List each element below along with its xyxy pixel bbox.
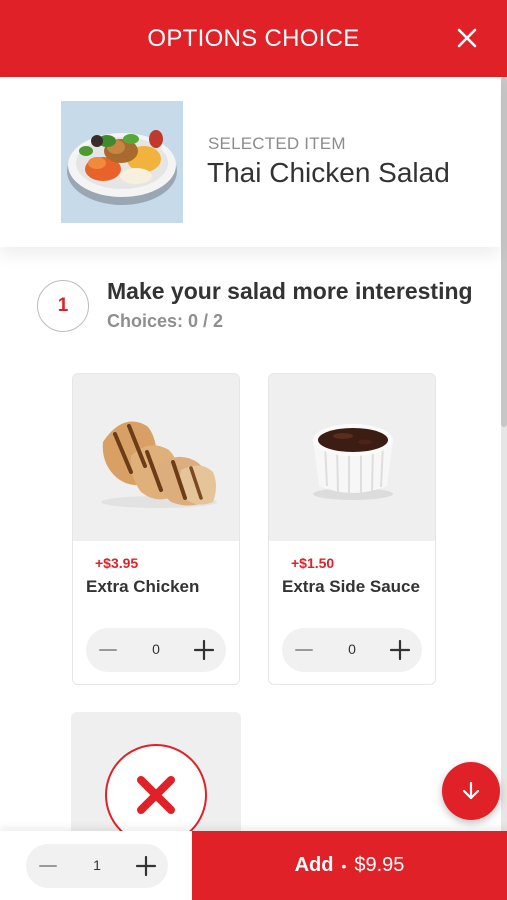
quantity-value: 1 xyxy=(93,857,101,873)
salad-bowl-image xyxy=(61,101,183,223)
step-number-badge: 1 xyxy=(37,280,89,332)
option-card-extra-chicken[interactable]: +$3.95 Extra Chicken 0 xyxy=(72,373,240,685)
minus-icon[interactable] xyxy=(96,638,120,662)
option-card-none[interactable] xyxy=(71,712,241,846)
footer-bar: 1 Add • $9.95 xyxy=(0,831,507,900)
plus-icon[interactable] xyxy=(388,638,412,662)
quantity-stepper: 0 xyxy=(282,628,422,672)
close-icon[interactable] xyxy=(455,26,479,50)
quantity-value: 0 xyxy=(152,641,160,657)
sauce-ramekin-image xyxy=(269,374,435,541)
option-price: +$1.50 xyxy=(291,555,335,571)
choices-counter: Choices: 0 / 2 xyxy=(107,311,224,331)
selected-item-card: SELECTED ITEM Thai Chicken Salad xyxy=(0,77,500,247)
arrow-down-icon xyxy=(462,781,480,800)
scroll-down-button[interactable] xyxy=(442,762,500,820)
add-to-order-button[interactable]: Add • $9.95 xyxy=(192,831,507,900)
grilled-chicken-image xyxy=(73,374,239,541)
section-title: Make your salad more interesting xyxy=(107,278,473,304)
option-name: Extra Chicken xyxy=(86,577,200,596)
add-button-label: Add xyxy=(294,854,334,876)
plus-icon[interactable] xyxy=(192,638,216,662)
plus-icon[interactable] xyxy=(134,854,158,878)
option-card-extra-side-sauce[interactable]: +$1.50 Extra Side Sauce 0 xyxy=(268,373,436,685)
quantity-value: 0 xyxy=(348,641,356,657)
option-price: +$3.95 xyxy=(95,555,139,571)
minus-icon[interactable] xyxy=(292,638,316,662)
header-bar: OPTIONS CHOICE xyxy=(0,0,507,77)
x-cross-icon xyxy=(137,776,175,814)
scrollbar-thumb[interactable] xyxy=(501,77,507,427)
page-title: OPTIONS CHOICE xyxy=(147,24,360,52)
total-price: $9.95 xyxy=(354,854,405,876)
minus-icon[interactable] xyxy=(36,854,60,878)
separator-dot: • xyxy=(341,857,347,874)
quantity-stepper: 0 xyxy=(86,628,226,672)
option-name: Extra Side Sauce xyxy=(282,577,420,596)
selected-item-name: Thai Chicken Salad xyxy=(207,157,450,188)
item-quantity-stepper: 1 xyxy=(26,844,168,888)
selected-item-label: SELECTED ITEM xyxy=(208,134,346,153)
